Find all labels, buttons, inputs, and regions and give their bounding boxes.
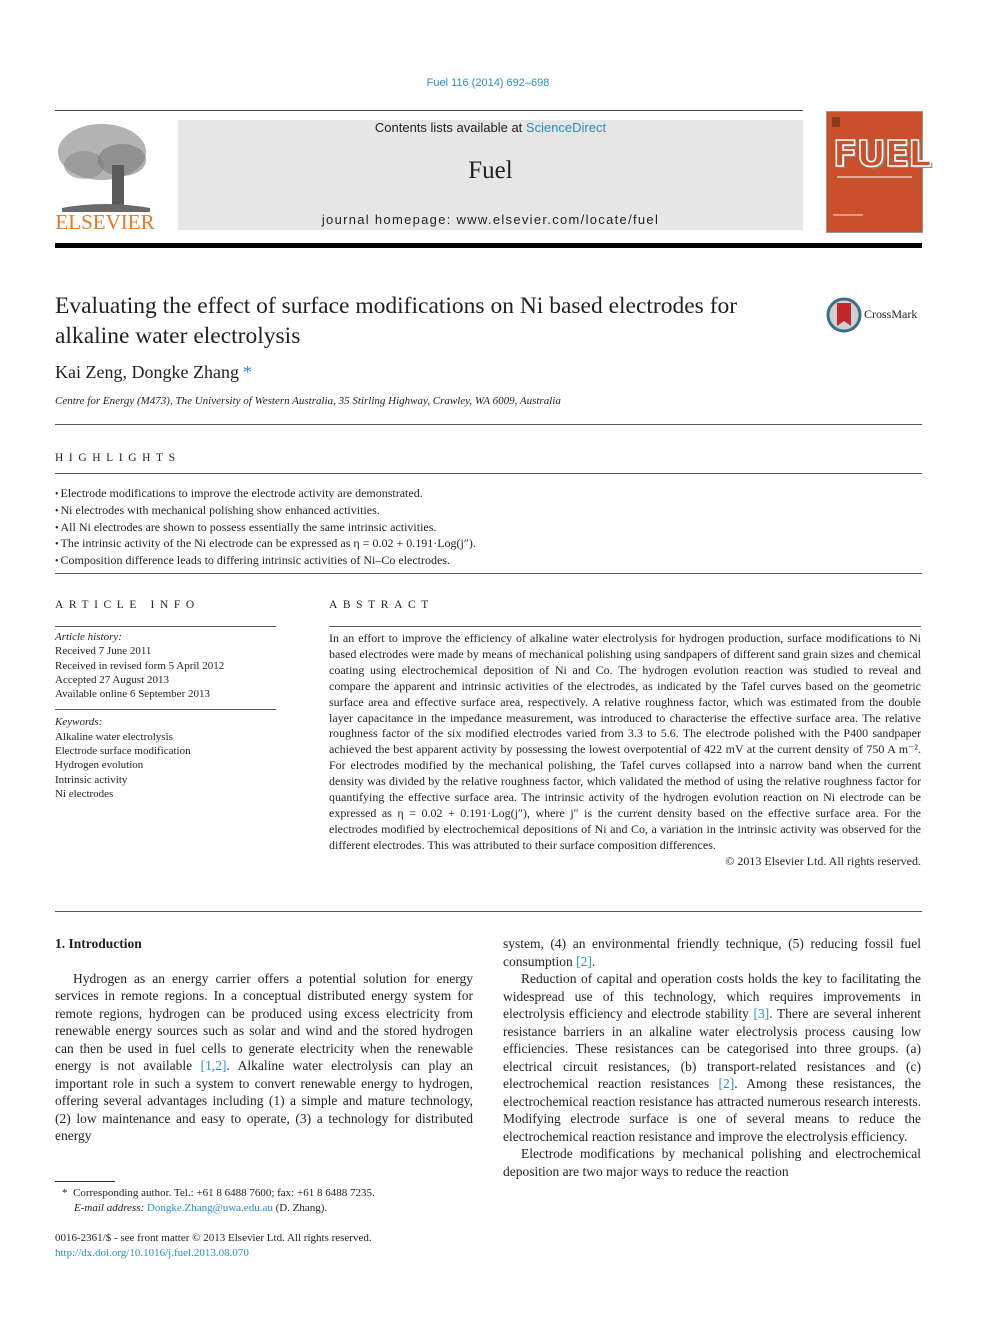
crossmark-icon: [826, 297, 862, 333]
footnote-text: Corresponding author. Tel.: +61 8 6488 7…: [73, 1187, 375, 1199]
cover-subtitle-line: [837, 176, 912, 178]
header-divider: [55, 110, 803, 111]
article-title: Evaluating the effect of surface modific…: [55, 293, 738, 349]
corresponding-author-note: * Corresponding author. Tel.: +61 8 6488…: [62, 1186, 375, 1201]
cover-editor-line: [833, 214, 863, 216]
body-column-right: system, (4) an environmental friendly te…: [503, 935, 921, 1180]
header-thick-rule: [55, 243, 922, 248]
citation-link[interactable]: [3]: [753, 1006, 769, 1021]
journal-citation[interactable]: Fuel 116 (2014) 692–698: [0, 77, 976, 89]
divider: [55, 911, 922, 912]
crossmark-badge[interactable]: CrossMark: [826, 297, 936, 333]
section-heading: 1. Introduction: [55, 936, 142, 951]
article-info: Article history: Received 7 June 2011 Re…: [55, 630, 276, 801]
history-item: Received in revised form 5 April 2012: [55, 659, 225, 672]
highlights-list: Electrode modifications to improve the e…: [55, 486, 476, 570]
doi-link[interactable]: http://dx.doi.org/10.1016/j.fuel.2013.08…: [55, 1246, 372, 1261]
history-item: Accepted 27 August 2013: [55, 673, 169, 686]
abstract-copyright: © 2013 Elsevier Ltd. All rights reserved…: [725, 853, 921, 868]
body-paragraph: Electrode modifications by mechanical po…: [503, 1146, 921, 1179]
footnote-rule: [55, 1181, 115, 1182]
divider: [55, 424, 922, 425]
elsevier-wordmark: ELSEVIER: [55, 210, 155, 234]
paragraph-text: system, (4) an environmental friendly te…: [503, 936, 921, 969]
crossmark-label: CrossMark: [864, 307, 918, 321]
divider: [55, 573, 922, 574]
corresponding-author-mark[interactable]: *: [243, 362, 252, 382]
author-list: Kai Zeng, Dongke Zhang *: [55, 362, 252, 383]
keyword: Intrinsic activity: [55, 773, 128, 786]
contents-prefix: Contents lists available at: [374, 120, 526, 135]
affiliation: Centre for Energy (M473), The University…: [55, 395, 561, 407]
citation-link[interactable]: [2]: [719, 1076, 735, 1091]
divider: [55, 709, 276, 711]
highlight-item: Electrode modifications to improve the e…: [55, 486, 476, 503]
highlight-item: Composition difference leads to differin…: [55, 553, 476, 570]
footnote-mark: *: [62, 1187, 68, 1199]
article-info-heading: ARTICLE INFO: [55, 599, 200, 611]
front-matter: 0016-2361/$ - see front matter © 2013 El…: [55, 1231, 372, 1261]
highlight-item: All Ni electrodes are shown to possess e…: [55, 520, 476, 537]
contents-line: Contents lists available at ScienceDirec…: [178, 120, 803, 135]
history-item: Available online 6 September 2013: [55, 688, 210, 701]
abstract: In an effort to improve the efficiency o…: [329, 631, 921, 870]
authors-names: Kai Zeng, Dongke Zhang: [55, 362, 239, 382]
divider: [55, 473, 922, 474]
highlight-item: Ni electrodes with mechanical polishing …: [55, 503, 476, 520]
paragraph-text: .: [591, 953, 596, 969]
cover-publisher-icon: [832, 117, 840, 127]
body-paragraph: Reduction of capital and operation costs…: [503, 970, 921, 1145]
divider: [55, 626, 276, 627]
journal-cover: FUEL: [826, 111, 932, 233]
citation-link[interactable]: [2]: [576, 954, 592, 969]
divider: [329, 626, 921, 627]
keyword: Hydrogen evolution: [55, 759, 144, 772]
email-line: E-mail address: Dongke.Zhang@uwa.edu.au …: [62, 1201, 375, 1216]
journal-banner: Contents lists available at ScienceDirec…: [178, 120, 803, 230]
highlights-heading: HIGHLIGHTS: [55, 452, 181, 464]
keyword: Ni electrodes: [55, 787, 114, 800]
history-item: Received 7 June 2011: [55, 645, 152, 658]
keyword: Electrode surface modification: [55, 745, 191, 758]
keyword: Alkaline water electrolysis: [55, 730, 173, 743]
cover-title: FUEL: [832, 133, 932, 176]
footnote: * Corresponding author. Tel.: +61 8 6488…: [62, 1186, 375, 1216]
body-column-left: 1. Introduction Hydrogen as an energy ca…: [55, 935, 473, 1145]
body-paragraph: system, (4) an environmental friendly te…: [503, 935, 921, 970]
journal-name: Fuel: [468, 157, 513, 184]
journal-homepage[interactable]: journal homepage: www.elsevier.com/locat…: [178, 212, 803, 227]
sciencedirect-link[interactable]: ScienceDirect: [526, 120, 606, 135]
abstract-text: In an effort to improve the efficiency o…: [329, 631, 921, 852]
body-paragraph: Hydrogen as an energy carrier offers a p…: [55, 970, 473, 1145]
email-label: E-mail address:: [74, 1202, 145, 1214]
email-link[interactable]: Dongke.Zhang@uwa.edu.au: [147, 1202, 273, 1214]
highlight-item: The intrinsic activity of the Ni electro…: [55, 536, 476, 553]
keywords-label: Keywords:: [55, 716, 103, 729]
history-label: Article history:: [55, 631, 122, 643]
citation-link[interactable]: [1,2]: [201, 1058, 227, 1073]
abstract-heading: ABSTRACT: [329, 599, 434, 611]
email-suffix: (D. Zhang).: [272, 1202, 328, 1214]
issn-line: 0016-2361/$ - see front matter © 2013 El…: [55, 1232, 372, 1244]
